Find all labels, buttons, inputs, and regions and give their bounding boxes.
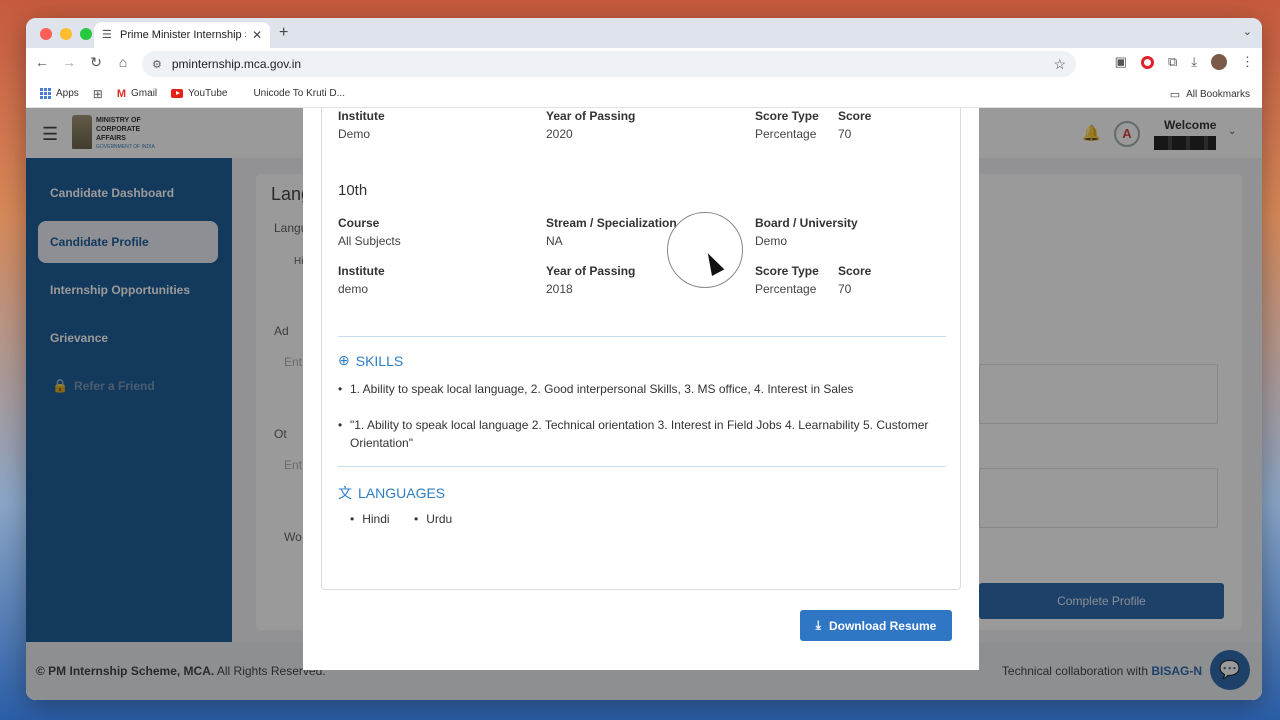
edu10-board: Board / University Demo <box>755 216 858 248</box>
bookmark-youtube[interactable]: YouTube <box>171 88 227 99</box>
download-icon: ⤓ <box>815 618 821 632</box>
bookmarks-bar: Apps ⊞ M Gmail YouTube Unicode To Kruti … <box>26 80 1262 108</box>
translate-icon: 文 <box>338 485 352 501</box>
close-window-button[interactable] <box>40 28 52 40</box>
folder-icon: ▭ <box>1169 89 1181 101</box>
browser-tab[interactable]: ☰ Prime Minister Internship Sch ✕ <box>94 22 270 48</box>
new-tab-button[interactable]: + <box>279 24 288 42</box>
resume-preview-modal: Institute Demo Year of Passing 2020 Score … <box>303 108 979 670</box>
page-content: ☰ MINISTRY OF CORPORATE AFFAIRS GOVERNME… <box>26 108 1262 700</box>
maximize-window-button[interactable] <box>80 28 92 40</box>
click-highlight-ring <box>667 212 743 288</box>
tab-favicon-icon: ☰ <box>102 29 112 41</box>
youtube-icon <box>171 89 184 98</box>
languages-section-heading: 文 LANGUAGES <box>338 485 446 501</box>
bookmark-star-icon[interactable]: ☆ <box>1053 56 1066 73</box>
skill-item: "1. Ability to speak local language 2. T… <box>338 416 930 452</box>
toolbar-extensions: ▣ ⧉ ⤓ ⋮ <box>1115 54 1254 70</box>
browser-toolbar: ← → ↻ ⌂ ⚙ pminternship.mca.gov.in ☆ ▣ ⧉ … <box>26 48 1262 80</box>
edu12-institute: Institute Demo <box>338 109 385 141</box>
url-text: pminternship.mca.gov.in <box>171 57 302 71</box>
profile-avatar[interactable] <box>1211 54 1227 70</box>
edu10-stream: Stream / Specialization NA <box>546 216 677 248</box>
edu10-year: Year of Passing 2018 <box>546 264 636 296</box>
edu10-title: 10th <box>338 182 368 199</box>
reload-icon[interactable]: ↻ <box>86 54 106 71</box>
edu12-year: Year of Passing 2020 <box>546 109 636 141</box>
download-resume-button[interactable]: ⤓ Download Resume <box>800 610 952 641</box>
edu10-course: Course All Subjects <box>338 216 401 248</box>
section-divider <box>338 466 946 467</box>
skills-heading: ⊕ SKILLS <box>338 352 404 369</box>
bookmark-unicode[interactable]: Unicode To Kruti D... <box>253 88 345 99</box>
tab-close-icon[interactable]: ✕ <box>252 28 262 42</box>
bookmark-apps[interactable]: Apps <box>40 88 79 99</box>
browser-menu-icon[interactable]: ⋮ <box>1241 54 1254 70</box>
opera-extension-icon[interactable] <box>1140 55 1154 69</box>
gmail-icon: M <box>116 87 127 100</box>
tab-groups-icon[interactable]: ⊞ <box>93 87 103 101</box>
forward-icon[interactable]: → <box>59 54 79 70</box>
home-icon[interactable]: ⌂ <box>113 54 133 70</box>
section-divider <box>338 336 946 337</box>
tab-strip: ☰ Prime Minister Internship Sch ✕ + ⌄ <box>26 18 1262 48</box>
edu12-score-type: Score Type Percentage <box>755 109 819 141</box>
reader-icon[interactable]: ▣ <box>1115 54 1127 70</box>
edu10-institute: Institute demo <box>338 264 385 296</box>
extensions-puzzle-icon[interactable]: ⧉ <box>1168 54 1177 70</box>
edu10-score-type: Score Type Percentage <box>755 264 819 296</box>
skill-item: 1. Ability to speak local language, 2. G… <box>338 380 930 398</box>
skills-target-icon: ⊕ <box>338 352 350 368</box>
tab-title: Prime Minister Internship Sch <box>120 29 246 41</box>
back-icon[interactable]: ← <box>32 54 52 70</box>
tab-search-icon[interactable]: ⌄ <box>1243 25 1252 38</box>
minimize-window-button[interactable] <box>60 28 72 40</box>
resume-card: Institute Demo Year of Passing 2020 Score … <box>321 108 961 590</box>
bookmark-gmail[interactable]: M Gmail <box>117 88 157 100</box>
address-bar[interactable]: ⚙ pminternship.mca.gov.in ☆ <box>142 51 1076 77</box>
language-item: Urdu <box>414 512 452 526</box>
download-icon[interactable]: ⤓ <box>1191 54 1197 70</box>
window-controls <box>40 28 92 40</box>
apps-grid-icon <box>40 88 51 99</box>
all-bookmarks-button[interactable]: ▭ All Bookmarks <box>1170 88 1250 101</box>
site-settings-icon[interactable]: ⚙ <box>152 58 162 71</box>
browser-window: ☰ Prime Minister Internship Sch ✕ + ⌄ ← … <box>26 18 1262 700</box>
language-item: Hindi <box>350 512 389 526</box>
edu12-score: Score 70 <box>838 109 872 141</box>
edu10-score: Score 70 <box>838 264 872 296</box>
